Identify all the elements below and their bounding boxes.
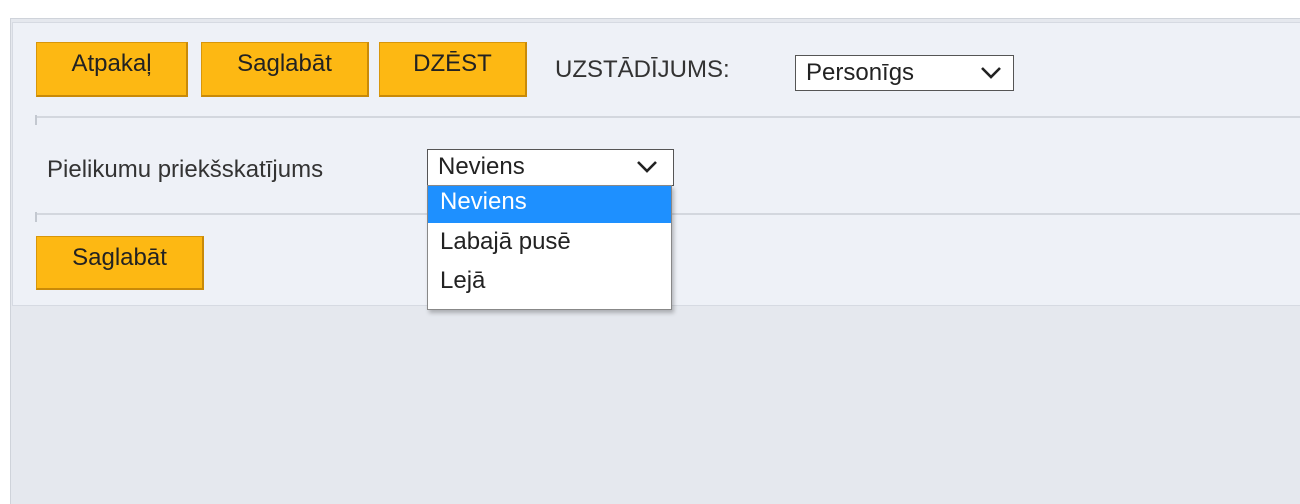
setting-select-value: Personīgs bbox=[806, 59, 915, 86]
preview-select[interactable]: Neviens bbox=[427, 149, 674, 186]
chevron-down-icon bbox=[981, 67, 1001, 79]
dropdown-option[interactable]: Lejā bbox=[428, 265, 671, 302]
chevron-down-icon bbox=[637, 161, 657, 173]
divider bbox=[35, 115, 1300, 125]
preview-select-value: Neviens bbox=[438, 153, 525, 180]
preview-label: Pielikumu priekšskatījums bbox=[47, 156, 324, 183]
save-button[interactable]: Saglabāt bbox=[201, 42, 369, 97]
dropdown-option[interactable]: Neviens bbox=[428, 186, 671, 223]
dropdown-option[interactable]: Labajā pusē bbox=[428, 226, 671, 263]
setting-select[interactable]: Personīgs bbox=[795, 55, 1014, 91]
back-button[interactable]: Atpakaļ bbox=[36, 42, 188, 97]
setting-label: UZSTĀDĪJUMS: bbox=[555, 56, 730, 83]
delete-button[interactable]: DZĒST bbox=[379, 42, 527, 97]
footer-save-button[interactable]: Saglabāt bbox=[36, 236, 204, 290]
preview-dropdown-list: Neviens Labajā pusē Lejā bbox=[427, 185, 672, 310]
